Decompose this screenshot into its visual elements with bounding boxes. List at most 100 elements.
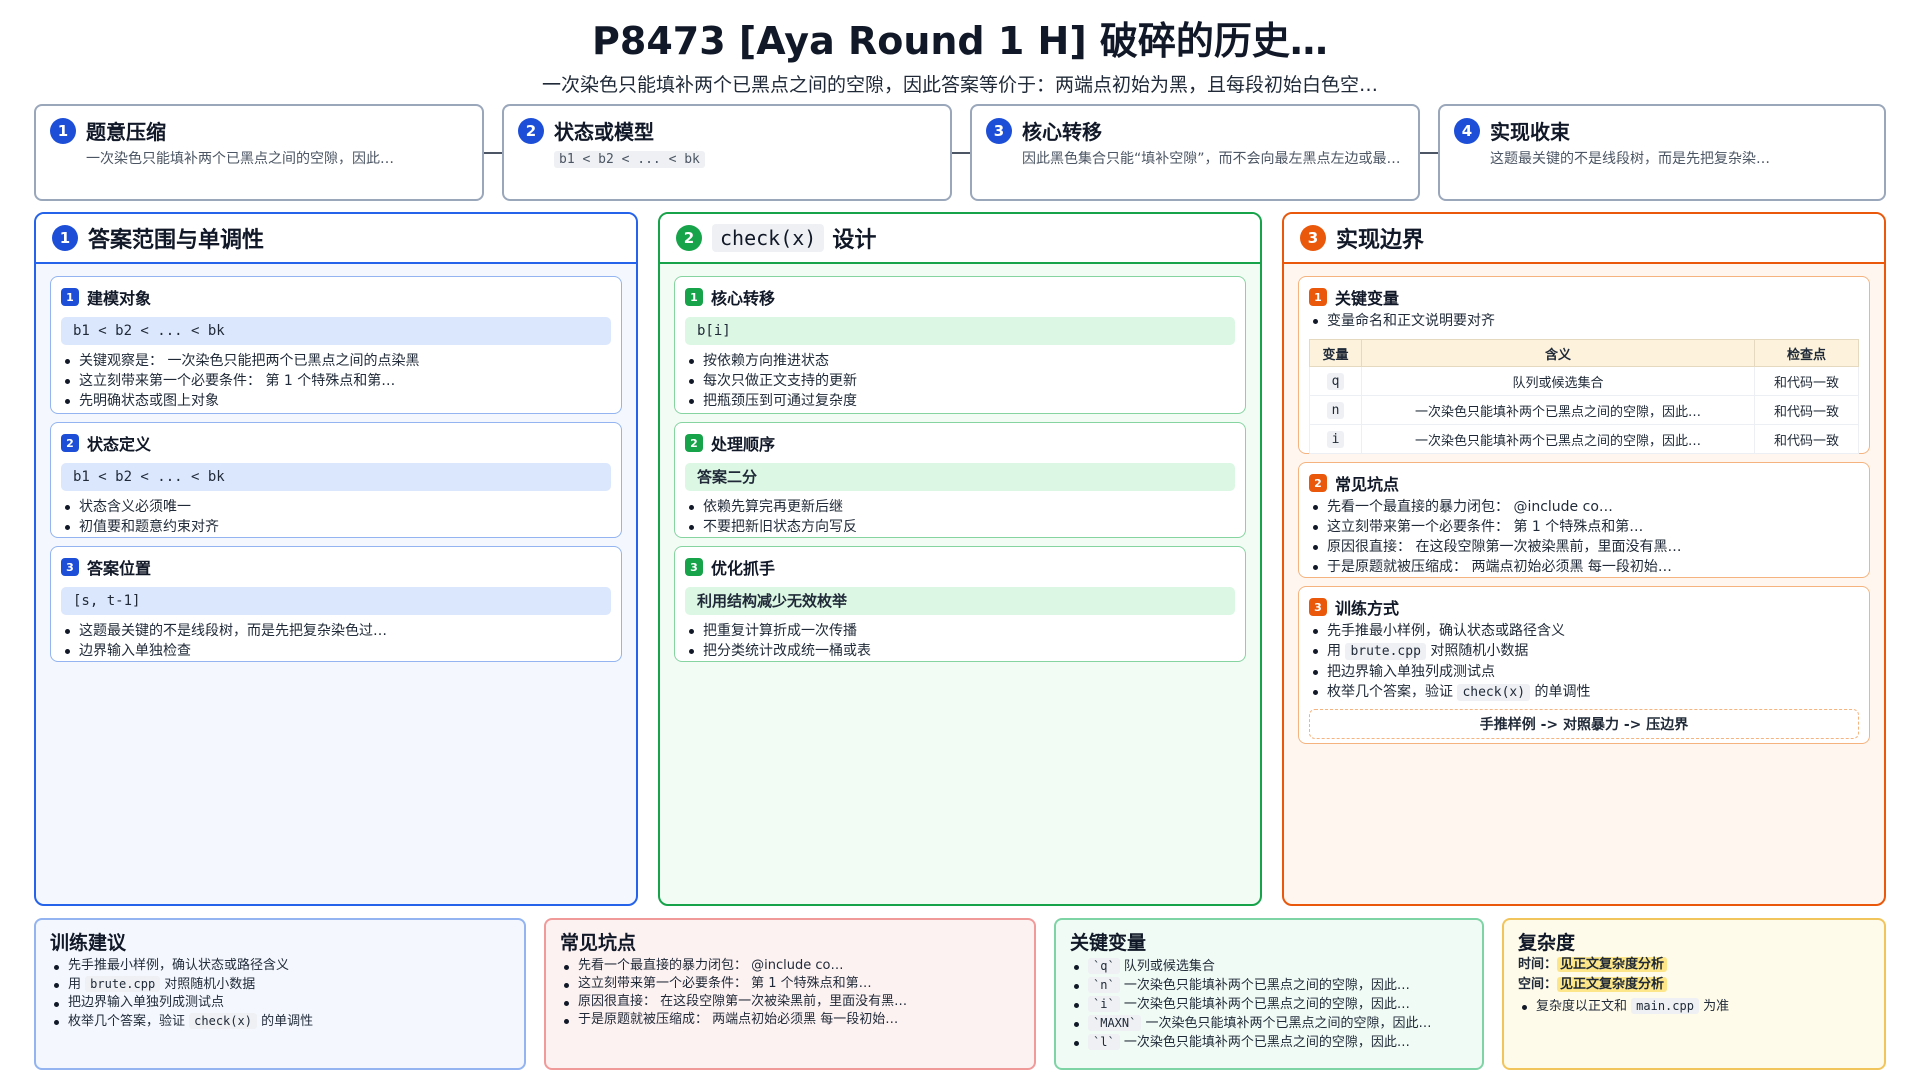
card-title: 优化抓手 bbox=[711, 559, 776, 578]
card-number-badge: 2 bbox=[1309, 474, 1327, 492]
list-item: 把分类统计改成统一桶或表 bbox=[685, 641, 1235, 661]
table-cell: 和代码一致 bbox=[1754, 366, 1859, 396]
list-item: 用 brute.cpp 对照随机小数据 bbox=[50, 975, 510, 994]
code-block: [s, t-1] bbox=[61, 587, 611, 615]
text: 一次染色只能填补两个已黑点之间的空隙，因此… bbox=[1141, 1016, 1432, 1031]
step-card-4: 4 实现收束 这题最关键的不是线段树，而是先把复杂染… bbox=[1438, 104, 1886, 201]
step-code: b1 < b2 < ... < bk bbox=[554, 151, 705, 168]
list-item: 关键观察是： 一次染色只能把两个已黑点之间的点染黑 bbox=[61, 351, 611, 371]
step-title: 核心转移 bbox=[1022, 120, 1102, 144]
card-number-badge: 1 bbox=[1309, 288, 1327, 306]
step-connector bbox=[484, 152, 502, 154]
text: 队列或候选集合 bbox=[1119, 959, 1215, 974]
table-header: 检查点 bbox=[1754, 339, 1859, 367]
inline-code: check(x) bbox=[1457, 684, 1531, 701]
list-item: 这立刻带来第一个必要条件： 第 1 个特殊点和第… bbox=[560, 975, 1020, 993]
list-item: 状态含义必须唯一 bbox=[61, 497, 611, 517]
column-header: 1 答案范围与单调性 bbox=[36, 214, 636, 264]
label: 时间： bbox=[1518, 957, 1558, 972]
card-title: 训练方式 bbox=[1335, 599, 1400, 618]
column-title: 答案范围与单调性 bbox=[88, 228, 265, 253]
column-title: 设计 bbox=[832, 228, 877, 253]
list-item: 把边界输入单独列成测试点 bbox=[1309, 662, 1859, 682]
card-number-badge: 2 bbox=[685, 434, 703, 452]
card-state-definition: 2 状态定义 b1 < b2 < ... < bk 状态含义必须唯一 初值要和题意… bbox=[50, 422, 622, 538]
panel-complexity: 复杂度 时间： 见正文复杂度分析 空间： 见正文复杂度分析 复杂度以正文和 main… bbox=[1502, 918, 1886, 1070]
card-training-method: 3 训练方式 先手推最小样例，确认状态或路径含义 用 brute.cpp 对照随机… bbox=[1298, 586, 1870, 744]
table-cell: n bbox=[1326, 401, 1345, 419]
panel-title: 复杂度 bbox=[1518, 932, 1576, 954]
text: 用 bbox=[68, 977, 86, 992]
inline-code: `MAXN` bbox=[1088, 1015, 1142, 1031]
card-number-badge: 3 bbox=[1309, 598, 1327, 616]
list-item: 于是原题就被压缩成： 两端点初始必须黑 每一段初始… bbox=[1309, 557, 1859, 577]
list-item: `l` 一次染色只能填补两个已黑点之间的空隙，因此… bbox=[1070, 1033, 1468, 1052]
panel-common-pitfalls: 常见坑点 先看一个最直接的暴力闭包： @include co… 这立刻带来第一个… bbox=[544, 918, 1036, 1070]
list-item: `n` 一次染色只能填补两个已黑点之间的空隙，因此… bbox=[1070, 976, 1468, 995]
inline-code: check(x) bbox=[189, 1013, 257, 1029]
table-cell: 一次染色只能填补两个已黑点之间的空隙，因此… bbox=[1361, 424, 1755, 454]
step-number-badge: 4 bbox=[1454, 117, 1480, 144]
list-item: 把边界输入单独列成测试点 bbox=[50, 994, 510, 1012]
table-cell: 和代码一致 bbox=[1754, 395, 1859, 425]
label: 空间： bbox=[1518, 977, 1558, 992]
list-item: 于是原题就被压缩成： 两端点初始必须黑 每一段初始… bbox=[560, 1011, 1020, 1029]
value: 见正文复杂度分析 bbox=[1557, 957, 1668, 972]
step-connector bbox=[1420, 152, 1438, 154]
inline-code: main.cpp bbox=[1631, 998, 1699, 1014]
card-core-transition: 1 核心转移 b[i] 按依赖方向推进状态 每次只做正文支持的更新 把瓶颈压到可通… bbox=[674, 276, 1246, 414]
step-card-3: 3 核心转移 因此黑色集合只能“填补空隙”，而不会向最左黑点左边或最… bbox=[970, 104, 1420, 201]
value: 见正文复杂度分析 bbox=[1557, 977, 1668, 992]
column-title: 实现边界 bbox=[1336, 228, 1425, 253]
inline-code: brute.cpp bbox=[1345, 643, 1426, 660]
table-cell: i bbox=[1326, 430, 1345, 448]
panel-title: 常见坑点 bbox=[560, 932, 637, 954]
code-block: b1 < b2 < ... < bk bbox=[61, 317, 611, 345]
column-number-badge: 1 bbox=[52, 225, 78, 251]
text: 对照随机小数据 bbox=[1425, 643, 1529, 659]
step-number-badge: 1 bbox=[50, 117, 76, 144]
inline-code: `l` bbox=[1088, 1034, 1120, 1050]
table-cell: 和代码一致 bbox=[1754, 424, 1859, 454]
column-number-badge: 3 bbox=[1300, 225, 1326, 251]
column-number-badge: 2 bbox=[676, 225, 702, 251]
time-complexity: 时间： 见正文复杂度分析 bbox=[1518, 955, 1870, 975]
list-item: 先看一个最直接的暴力闭包： @include co… bbox=[560, 957, 1020, 975]
table-row: n 一次染色只能填补两个已黑点之间的空隙，因此… 和代码一致 bbox=[1309, 395, 1859, 425]
list-item: 先手推最小样例，确认状态或路径含义 bbox=[1309, 621, 1859, 641]
text: 枚举几个答案，验证 bbox=[68, 1014, 190, 1029]
text: 的单调性 bbox=[256, 1014, 314, 1029]
step-number-badge: 3 bbox=[986, 117, 1012, 144]
text: 为准 bbox=[1698, 999, 1730, 1014]
list-item: 依赖先算完再更新后继 bbox=[685, 497, 1235, 517]
list-item: 先手推最小样例，确认状态或路径含义 bbox=[50, 957, 510, 975]
list-item: 先明确状态或图上对象 bbox=[61, 391, 611, 411]
text: 一次染色只能填补两个已黑点之间的空隙，因此… bbox=[1119, 997, 1410, 1012]
step-number-badge: 2 bbox=[518, 117, 544, 144]
step-description: 因此黑色集合只能“填补空隙”，而不会向最左黑点左边或最… bbox=[1022, 151, 1401, 167]
step-card-1: 1 题意压缩 一次染色只能填补两个已黑点之间的空隙，因此… bbox=[34, 104, 484, 201]
card-processing-order: 2 处理顺序 答案二分 依赖先算完再更新后继 不要把新旧状态方向写反 bbox=[674, 422, 1246, 538]
table-cell: q bbox=[1326, 372, 1345, 390]
text: 对照随机小数据 bbox=[160, 977, 256, 992]
highlight-block: 答案二分 bbox=[685, 463, 1235, 491]
column-header: 3 实现边界 bbox=[1284, 214, 1884, 264]
text: 一次染色只能填补两个已黑点之间的空隙，因此… bbox=[1119, 978, 1410, 993]
list-item: 这立刻带来第一个必要条件： 第 1 个特殊点和第… bbox=[61, 371, 611, 391]
card-key-variables: 1 关键变量 变量命名和正文说明要对齐 变量 含义 检查点 q 队列或候选集合 和… bbox=[1298, 276, 1870, 454]
step-connector bbox=[952, 152, 970, 154]
list-item: 初值要和题意约束对齐 bbox=[61, 517, 611, 537]
list-item: 复杂度以正文和 main.cpp 为准 bbox=[1518, 997, 1870, 1016]
text: 复杂度以正文和 bbox=[1536, 999, 1632, 1014]
inline-code: `q` bbox=[1088, 958, 1120, 974]
inline-code: brute.cpp bbox=[85, 976, 161, 992]
step-flow: 1 题意压缩 一次染色只能填补两个已黑点之间的空隙，因此… 2 状态或模型 b1 <… bbox=[34, 104, 1886, 201]
list-item: 把瓶颈压到可通过复杂度 bbox=[685, 391, 1235, 411]
list-item: `MAXN` 一次染色只能填补两个已黑点之间的空隙，因此… bbox=[1070, 1014, 1468, 1033]
list-item: 边界输入单独检查 bbox=[61, 641, 611, 661]
code-block: b[i] bbox=[685, 317, 1235, 345]
step-description: 这题最关键的不是线段树，而是先把复杂染… bbox=[1490, 151, 1770, 167]
list-item: 按依赖方向推进状态 bbox=[685, 351, 1235, 371]
card-title: 关键变量 bbox=[1335, 289, 1400, 308]
list-item: 变量命名和正文说明要对齐 bbox=[1309, 311, 1859, 331]
